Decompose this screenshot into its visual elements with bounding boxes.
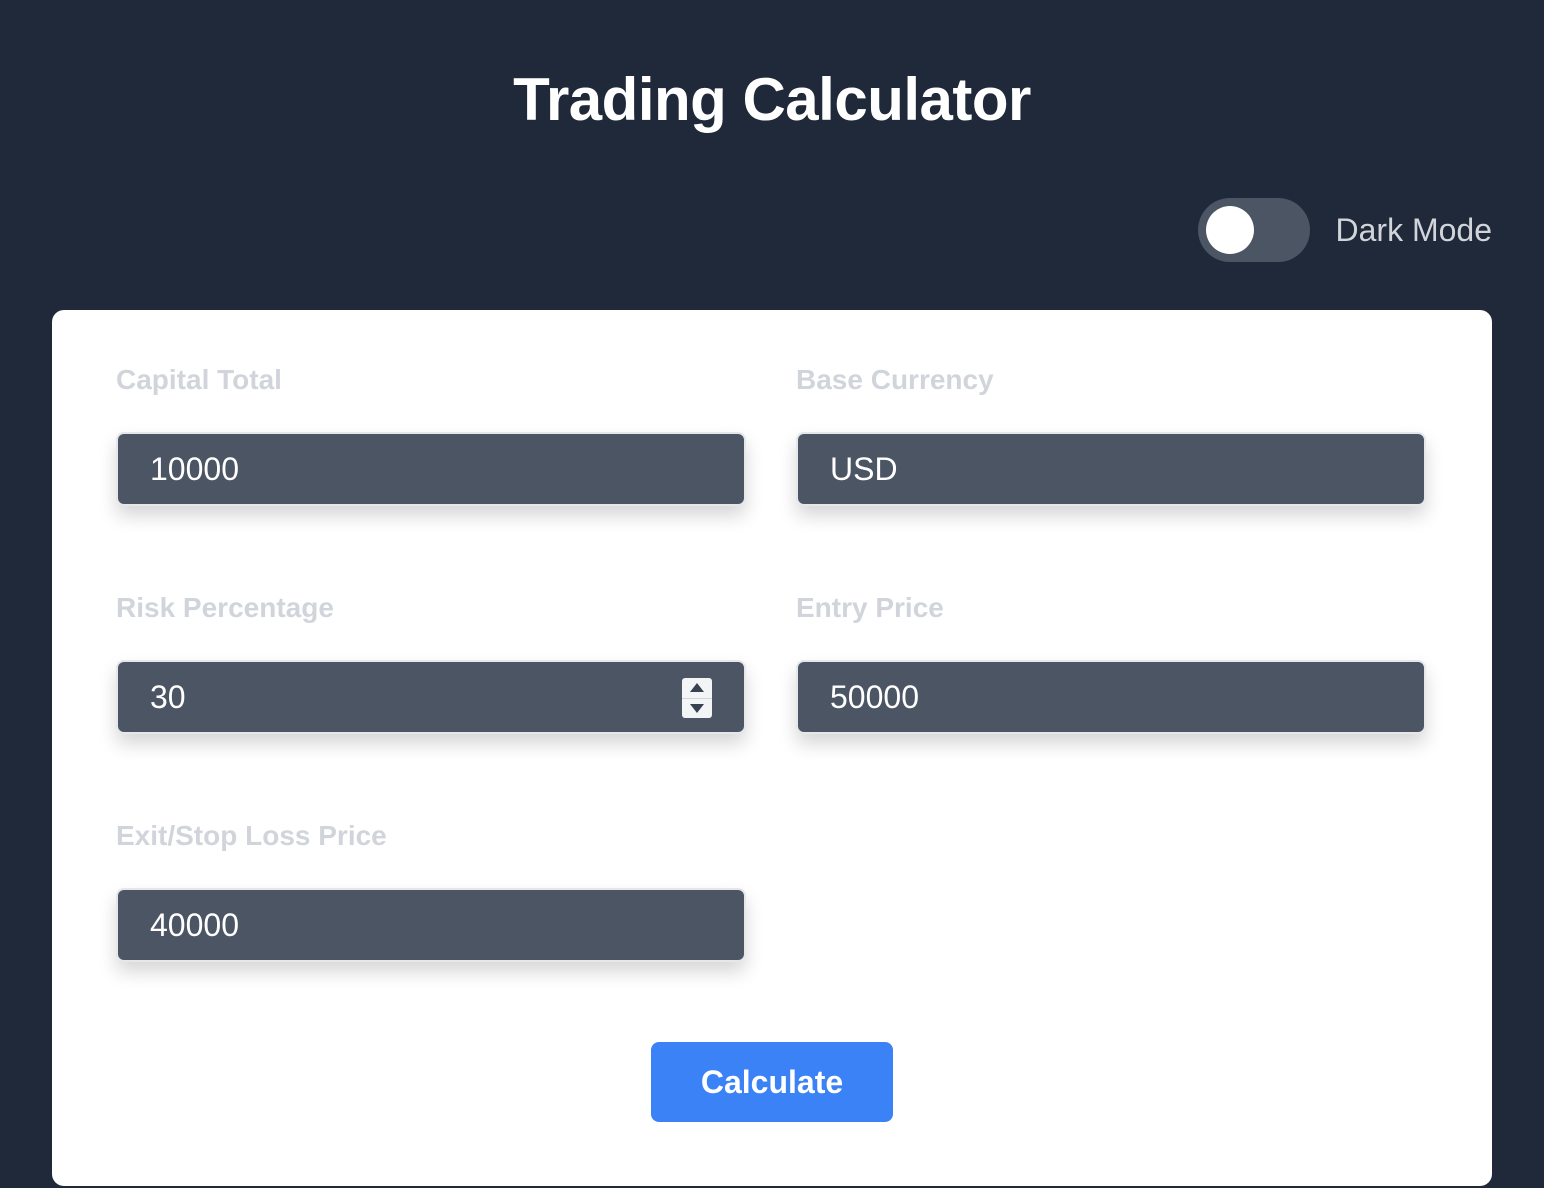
page-title: Trading Calculator [513,66,1031,133]
capital-total-field: Capital Total [116,362,746,506]
exit-stop-loss-input-wrapper [116,888,746,962]
chevron-down-icon [690,703,704,713]
risk-percentage-stepper [682,678,712,718]
exit-stop-loss-field: Exit/Stop Loss Price [116,818,746,962]
entry-price-input-wrapper [796,660,1426,734]
risk-percentage-input-wrapper [116,660,746,734]
capital-total-input-wrapper [116,432,746,506]
exit-stop-loss-input[interactable] [150,906,712,944]
calculate-button[interactable]: Calculate [651,1042,893,1122]
dark-mode-toggle[interactable] [1197,198,1310,262]
dark-mode-label: Dark Mode [1335,212,1493,248]
stepper-down-button[interactable] [682,699,712,719]
capital-total-label: Capital Total [116,364,282,395]
base-currency-input[interactable] [830,450,1392,488]
toggle-knob [1205,206,1254,254]
stepper-up-button[interactable] [682,678,712,699]
entry-price-input[interactable] [830,678,1392,716]
chevron-up-icon [690,683,704,693]
exit-stop-loss-label: Exit/Stop Loss Price [116,820,387,851]
entry-price-label: Entry Price [796,592,944,623]
base-currency-label: Base Currency [796,364,994,395]
risk-percentage-label: Risk Percentage [116,592,334,623]
calculator-card: Capital Total Base Currency Risk Percent… [52,310,1492,1186]
base-currency-field: Base Currency [796,362,1426,506]
risk-percentage-input[interactable] [150,678,712,716]
theme-toggle-row: Dark Mode [1197,198,1493,262]
base-currency-input-wrapper [796,432,1426,506]
entry-price-field: Entry Price [796,590,1426,734]
capital-total-input[interactable] [150,450,712,488]
risk-percentage-field: Risk Percentage [116,590,746,734]
